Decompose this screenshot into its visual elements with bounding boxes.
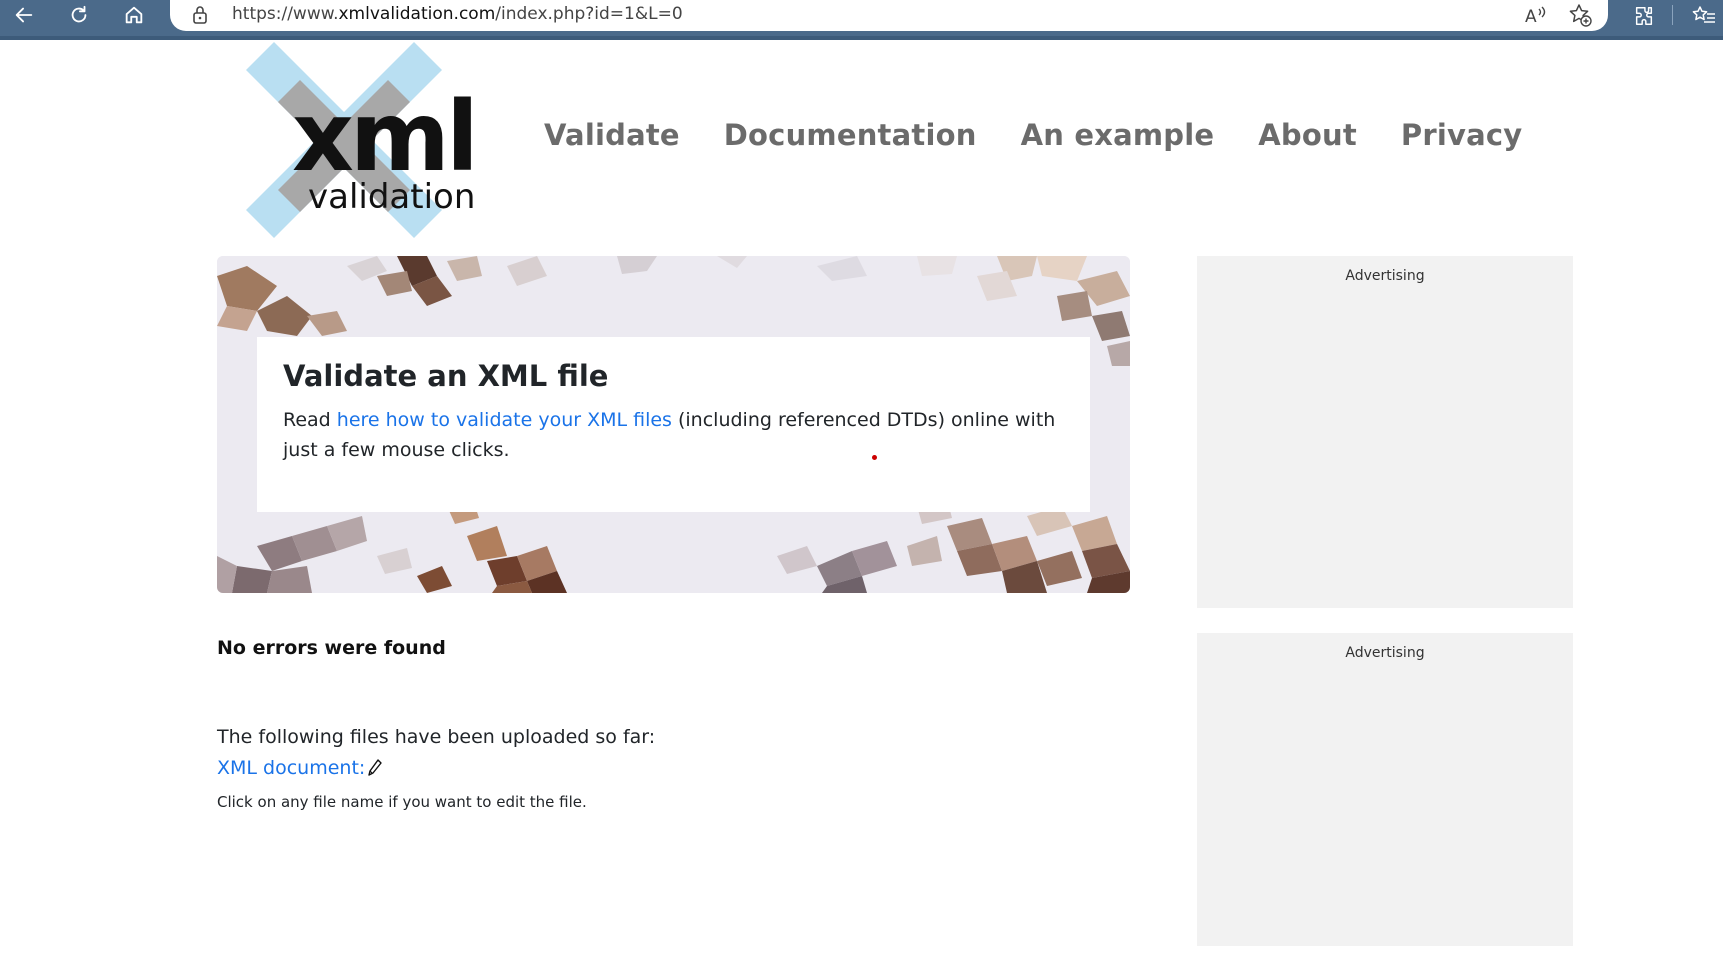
url-path: /index.php?id=1&L=0	[495, 4, 683, 24]
browser-toolbar: https://www.xmlvalidation.com/index.php?…	[0, 0, 1723, 40]
address-bar[interactable]: https://www.xmlvalidation.com/index.php?…	[170, 0, 1608, 31]
home-icon[interactable]	[116, 0, 152, 30]
url-text[interactable]: https://www.xmlvalidation.com/index.php?…	[232, 4, 683, 24]
page-title: Validate an XML file	[283, 359, 609, 393]
toolbar-divider	[1672, 5, 1673, 25]
edit-hint: Click on any file name if you want to ed…	[217, 793, 587, 811]
nav-documentation[interactable]: Documentation	[724, 118, 977, 152]
advertising-box-bottom: Advertising	[1197, 633, 1573, 946]
main-nav: Validate Documentation An example About …	[544, 118, 1522, 152]
cursor-dot	[872, 455, 877, 460]
back-icon[interactable]	[6, 0, 42, 30]
pencil-icon[interactable]	[367, 758, 383, 778]
xml-document-link[interactable]: XML document:	[217, 757, 365, 779]
url-prefix: https://www.	[232, 4, 339, 24]
hero-text-before: Read	[283, 409, 337, 431]
uploaded-files-label: The following files have been uploaded s…	[217, 726, 656, 748]
file-link-row: XML document:	[217, 757, 383, 779]
favorite-add-icon[interactable]	[1566, 2, 1594, 28]
logo-word-text: validation	[308, 177, 475, 217]
hero-description: Read here how to validate your XML files…	[283, 405, 1064, 465]
advertising-label: Advertising	[1345, 268, 1425, 284]
read-aloud-icon[interactable]: A	[1522, 2, 1550, 28]
advertising-box-top: Advertising	[1197, 256, 1573, 608]
refresh-icon[interactable]	[61, 0, 97, 30]
hero-card: Validate an XML file Read here how to va…	[257, 337, 1090, 512]
lock-icon[interactable]	[192, 5, 208, 29]
nav-an-example[interactable]: An example	[1021, 118, 1215, 152]
result-heading: No errors were found	[217, 637, 446, 659]
logo-graphic: xml validation	[246, 42, 479, 238]
hero-banner: Validate an XML file Read here how to va…	[217, 256, 1130, 593]
nav-validate[interactable]: Validate	[544, 118, 680, 152]
svg-text:A: A	[1525, 7, 1537, 26]
advertising-label: Advertising	[1345, 645, 1425, 661]
favorites-icon[interactable]	[1688, 2, 1720, 30]
url-domain: xmlvalidation.com	[338, 4, 496, 24]
extensions-icon[interactable]	[1628, 2, 1660, 30]
nav-about[interactable]: About	[1258, 118, 1357, 152]
site-logo[interactable]: xml validation	[238, 42, 490, 238]
howto-link[interactable]: here how to validate your XML files	[337, 409, 672, 431]
nav-privacy[interactable]: Privacy	[1401, 118, 1522, 152]
